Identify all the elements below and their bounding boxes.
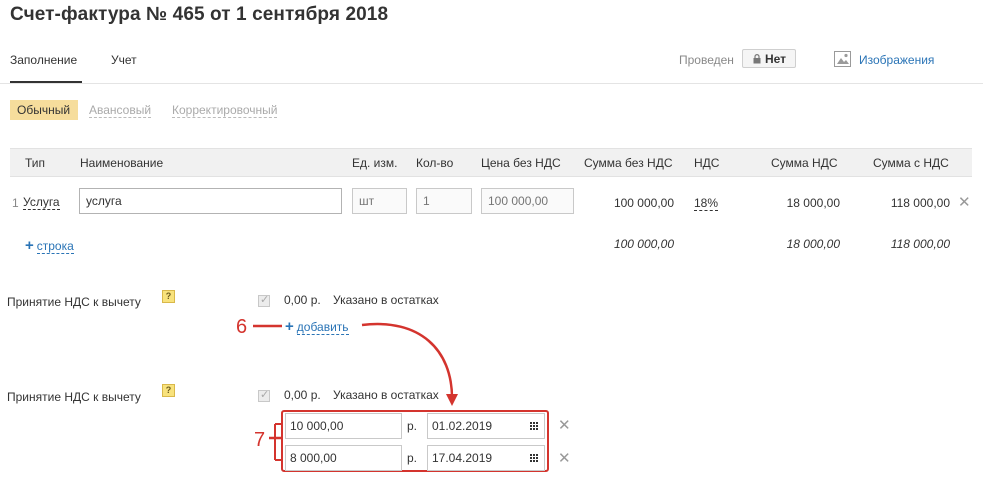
annotation-arrows: [253, 322, 458, 461]
